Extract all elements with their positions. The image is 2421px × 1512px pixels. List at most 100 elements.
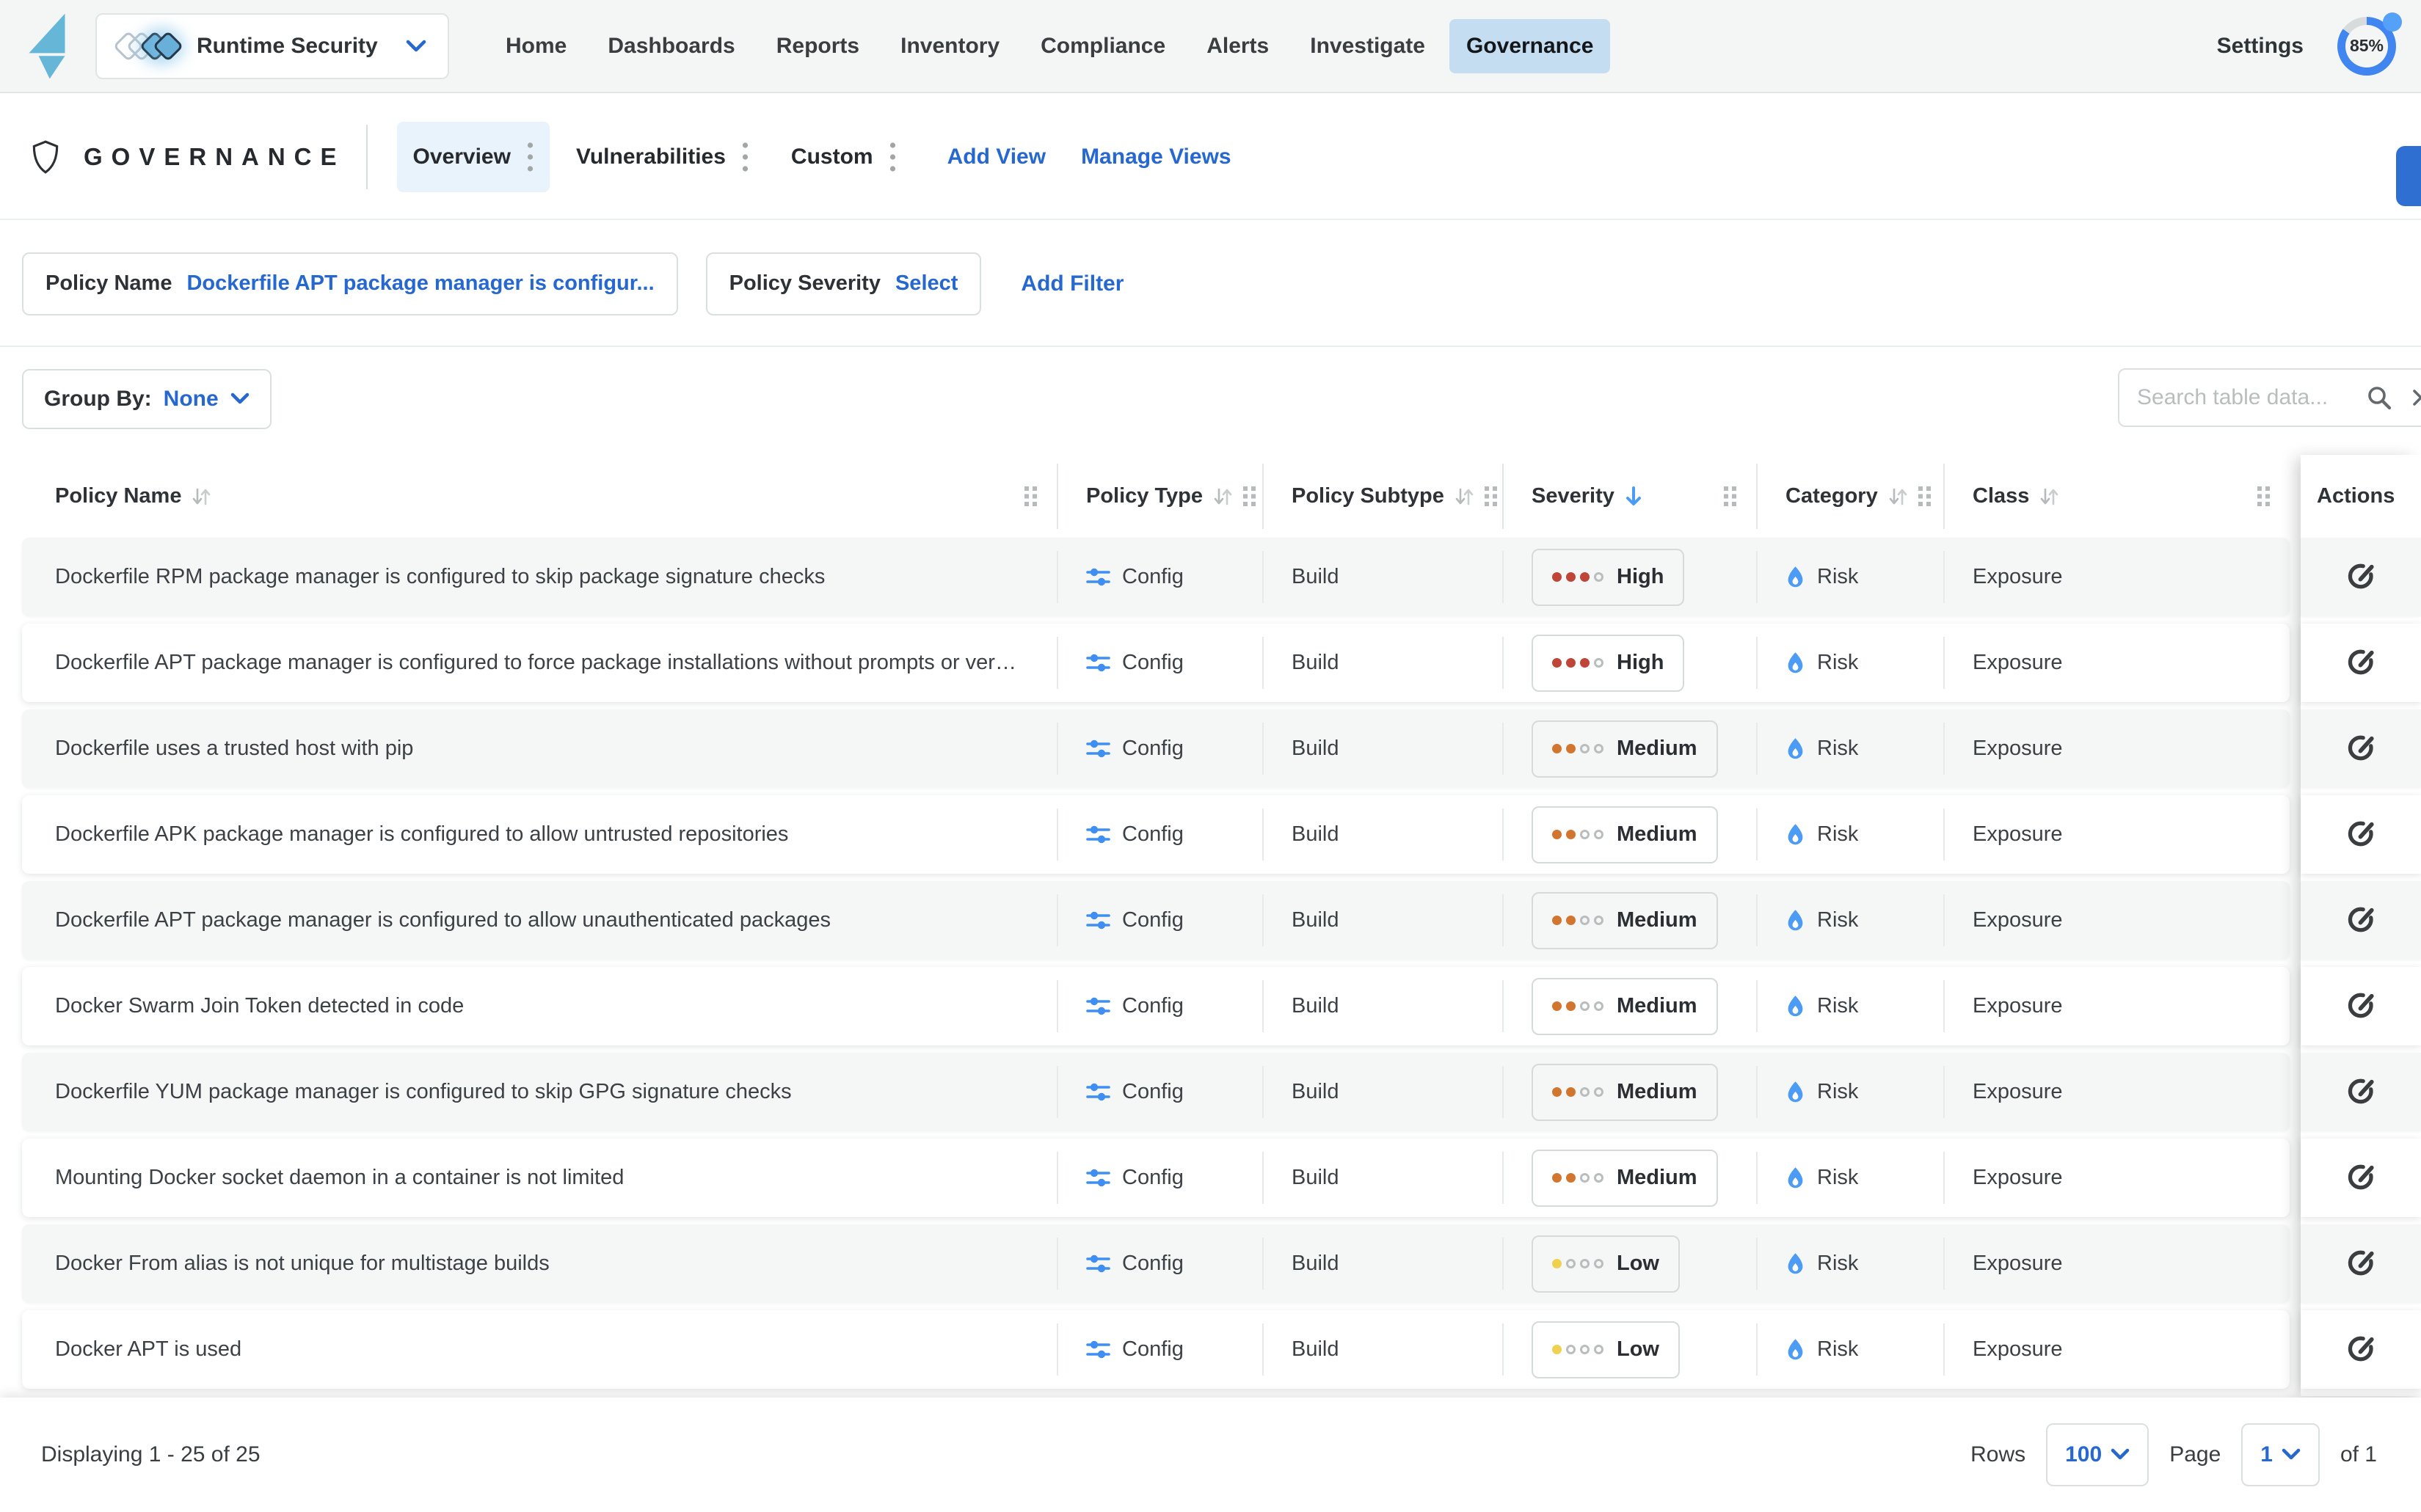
severity-dot [1552,830,1562,839]
sort-icon[interactable] [1213,486,1233,508]
user-avatar[interactable]: 85% [2337,17,2396,76]
policy-type-cell: Config [1057,1224,1262,1303]
nav-item-investigate[interactable]: Investigate [1293,19,1442,73]
policy-name-cell[interactable]: Dockerfile APT package manager is config… [22,624,1057,702]
search-input[interactable] [2136,384,2366,411]
column-header-policy-name[interactable]: Policy Name [22,455,1057,538]
policy-name-cell[interactable]: Docker From alias is not unique for mult… [22,1224,1057,1303]
flame-icon [1785,908,1805,932]
nav-item-dashboards[interactable]: Dashboards [591,19,751,73]
sort-icon[interactable] [1888,486,1908,508]
row-edit-button[interactable] [2301,624,2421,702]
shield-icon [31,139,60,175]
manage-views-link[interactable]: Manage Views [1081,145,1231,169]
add-filter-link[interactable]: Add Filter [1021,271,1124,296]
group-by-dropdown[interactable]: Group By: None [22,369,272,429]
sort-icon[interactable] [1455,486,1474,508]
brand-logo-icon[interactable] [22,11,70,81]
policy-type-text: Config [1122,1337,1184,1362]
settings-button[interactable]: Settings [2217,34,2304,59]
governance-header: GOVERNANCE Overview Vulnerabilities Cust… [0,95,2421,220]
nav-item-governance[interactable]: Governance [1449,19,1610,73]
nav-item-alerts[interactable]: Alerts [1190,19,1286,73]
column-drag-handle-icon[interactable] [1724,486,1737,506]
row-edit-button[interactable] [2301,709,2421,788]
policy-name-cell[interactable]: Dockerfile YUM package manager is config… [22,1053,1057,1131]
severity-cell: Medium [1502,1053,1756,1131]
column-drag-handle-icon[interactable] [1918,486,1932,506]
table-row[interactable]: Dockerfile uses a trusted host with pipC… [22,709,2290,788]
table-row[interactable]: Dockerfile APT package manager is config… [22,881,2290,960]
presence-dot [2383,12,2402,32]
policy-name-filter[interactable]: Policy Name Dockerfile APT package manag… [22,252,678,315]
severity-dot [1580,572,1590,582]
tab-custom[interactable]: Custom [775,122,912,192]
page-dropdown[interactable]: 1 [2241,1423,2320,1486]
policy-name-cell[interactable]: Docker APT is used [22,1310,1057,1389]
policy-subtype-text: Build [1292,651,1339,675]
search-icon[interactable] [2366,384,2392,411]
sort-desc-icon[interactable] [1625,485,1642,508]
severity-dot [1594,1345,1603,1354]
column-header-category[interactable]: Category [1756,455,1943,538]
row-edit-button[interactable] [2301,1139,2421,1217]
policy-name-text: Dockerfile RPM package manager is config… [55,565,825,589]
sort-icon[interactable] [192,486,211,508]
row-edit-button[interactable] [2301,795,2421,874]
tab-overview[interactable]: Overview [397,122,550,192]
column-header-severity[interactable]: Severity [1502,455,1756,538]
table-row[interactable]: Dockerfile APK package manager is config… [22,795,2290,874]
table-row[interactable]: Dockerfile RPM package manager is config… [22,538,2290,616]
column-drag-handle-icon[interactable] [1024,486,1038,506]
column-drag-handle-icon[interactable] [1243,486,1256,506]
row-edit-button[interactable] [2301,1224,2421,1303]
policy-type-cell: Config [1057,624,1262,702]
table-row[interactable]: Dockerfile YUM package manager is config… [22,1053,2290,1131]
row-edit-button[interactable] [2301,538,2421,616]
column-label: Class [1973,484,2029,508]
column-header-class[interactable]: Class [1943,455,2290,538]
policy-name-cell[interactable]: Dockerfile APT package manager is config… [22,881,1057,960]
clear-search-icon[interactable] [2411,388,2421,407]
sort-icon[interactable] [2039,486,2059,508]
nav-item-home[interactable]: Home [489,19,583,73]
table-row[interactable]: Docker APT is usedConfigBuildLowRiskExpo… [22,1310,2290,1389]
policy-name-text: Docker Swarm Join Token detected in code [55,994,464,1018]
policy-severity-filter[interactable]: Policy Severity Select [706,252,982,315]
flame-icon [1785,737,1805,761]
row-edit-button[interactable] [2301,1053,2421,1131]
tab-vulnerabilities[interactable]: Vulnerabilities [560,122,765,192]
column-drag-handle-icon[interactable] [2257,486,2271,506]
product-selector-dropdown[interactable]: Runtime Security [95,13,449,79]
nav-item-inventory[interactable]: Inventory [884,19,1016,73]
column-header-policy-subtype[interactable]: Policy Subtype [1262,455,1502,538]
policy-name-cell[interactable]: Dockerfile APK package manager is config… [22,795,1057,874]
add-view-link[interactable]: Add View [947,145,1046,169]
flame-icon [1785,994,1805,1018]
policy-name-cell[interactable]: Dockerfile uses a trusted host with pip [22,709,1057,788]
column-drag-handle-icon[interactable] [1485,486,1498,506]
table-row[interactable]: Docker Swarm Join Token detected in code… [22,967,2290,1045]
row-edit-button[interactable] [2301,967,2421,1045]
policy-name-cell[interactable]: Docker Swarm Join Token detected in code [22,967,1057,1045]
column-header-policy-type[interactable]: Policy Type [1057,455,1262,538]
table-row[interactable]: Mounting Docker socket daemon in a conta… [22,1139,2290,1217]
nav-item-reports[interactable]: Reports [760,19,876,73]
table-row[interactable]: Dockerfile APT package manager is config… [22,624,2290,702]
nav-item-compliance[interactable]: Compliance [1024,19,1182,73]
edge-action-button[interactable] [2396,146,2421,206]
severity-dot [1552,572,1562,582]
policy-name-cell[interactable]: Dockerfile RPM package manager is config… [22,538,1057,616]
policy-subtype-text: Build [1292,1166,1339,1190]
severity-dot [1580,1173,1590,1183]
table-toolbar: Group By: None [0,348,2421,455]
edit-icon [2347,563,2375,591]
row-edit-button[interactable] [2301,1310,2421,1389]
class-text: Exposure [1973,737,2063,761]
policy-name-cell[interactable]: Mounting Docker socket daemon in a conta… [22,1139,1057,1217]
table-row[interactable]: Docker From alias is not unique for mult… [22,1224,2290,1303]
row-edit-button[interactable] [2301,881,2421,960]
rows-value: 100 [2065,1442,2102,1467]
rows-per-page-dropdown[interactable]: 100 [2046,1423,2149,1486]
table-footer: Displaying 1 - 25 of 25 Rows 100 Page 1 … [0,1398,2421,1512]
